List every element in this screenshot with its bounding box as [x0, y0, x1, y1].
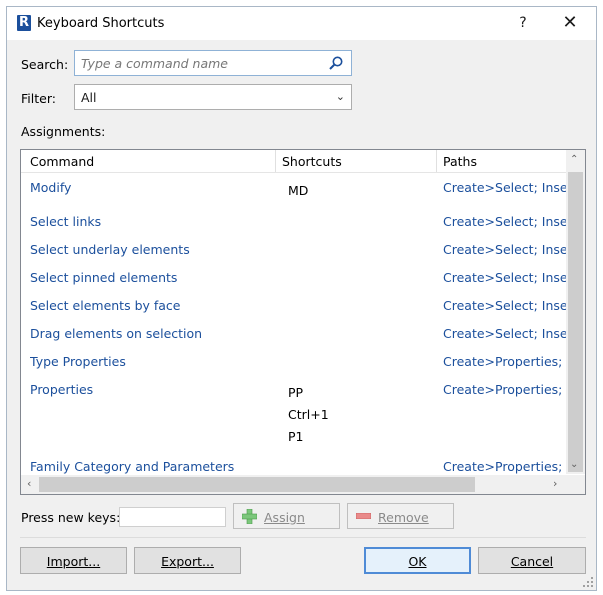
assign-button[interactable]: Assign [233, 503, 340, 529]
vertical-scroll-thumb[interactable] [568, 172, 583, 472]
scroll-up-icon[interactable]: ⌃ [570, 154, 578, 165]
command-cell[interactable]: Select underlay elements [30, 242, 190, 257]
press-new-keys-label: Press new keys: [21, 510, 121, 525]
shortcut-cell: PP [288, 385, 304, 400]
revit-app-icon: R [17, 15, 31, 31]
filter-label: Filter: [21, 91, 56, 106]
horizontal-scroll-thumb[interactable] [39, 477, 475, 492]
column-header-shortcuts[interactable]: Shortcuts [282, 154, 342, 169]
search-input[interactable] [81, 54, 321, 72]
ok-button-label: OK [408, 554, 427, 569]
assign-button-label: Assign [264, 510, 305, 525]
scroll-right-icon[interactable]: › [553, 477, 557, 490]
minus-icon [356, 513, 371, 519]
cancel-button-label: Cancel [510, 554, 554, 569]
dialog-title: Keyboard Shortcuts [37, 16, 165, 31]
resize-grip-icon[interactable] [583, 577, 593, 587]
search-label: Search: [21, 57, 69, 72]
command-cell[interactable]: Type Properties [30, 354, 126, 369]
vertical-scrollbar[interactable]: ⌃ ⌄ [566, 150, 585, 474]
divider [20, 537, 586, 538]
filter-selected-value: All [81, 90, 97, 105]
cancel-button[interactable]: Cancel [478, 547, 586, 574]
scroll-down-icon[interactable]: ⌄ [570, 459, 578, 470]
paths-cell: Create>Select; Insert> [443, 214, 567, 229]
paths-cell: Create>Properties; Mo [443, 459, 567, 474]
assignments-label: Assignments: [21, 124, 106, 139]
command-cell[interactable]: Properties [30, 382, 93, 397]
column-divider[interactable] [275, 150, 276, 172]
command-cell[interactable]: Select pinned elements [30, 270, 177, 285]
search-icon[interactable] [328, 55, 344, 71]
remove-button-label: Remove [378, 510, 429, 525]
import-button-label: Import... [46, 554, 101, 569]
paths-cell: Create>Select; Insert> [443, 180, 567, 195]
paths-cell: Create>Select; Insert> [443, 298, 567, 313]
scrollbar-corner [566, 475, 585, 494]
ok-button[interactable]: OK [364, 547, 471, 574]
column-header-command[interactable]: Command [30, 154, 94, 169]
title-bar: R Keyboard Shortcuts ? ✕ [7, 7, 596, 40]
command-cell[interactable]: Select elements by face [30, 298, 181, 313]
shortcut-cell: P1 [288, 429, 304, 444]
horizontal-scrollbar[interactable]: ‹ › [21, 475, 567, 494]
search-field[interactable] [74, 50, 352, 76]
paths-cell: Create>Properties; Vie [443, 382, 567, 397]
column-divider[interactable] [436, 150, 437, 172]
remove-button[interactable]: Remove [347, 503, 454, 529]
command-cell[interactable]: Modify [30, 180, 71, 195]
assignments-table[interactable]: Command Shortcuts Paths Modify MD Create… [20, 149, 586, 495]
paths-cell: Create>Properties; Mo [443, 354, 567, 369]
close-button[interactable]: ✕ [554, 10, 586, 36]
press-new-keys-input[interactable] [119, 507, 226, 527]
scroll-left-icon[interactable]: ‹ [27, 477, 31, 490]
shortcut-cell: MD [288, 183, 309, 198]
command-cell[interactable]: Family Category and Parameters [30, 459, 234, 474]
export-button[interactable]: Export... [134, 547, 241, 574]
command-cell[interactable]: Select links [30, 214, 101, 229]
shortcut-cell: Ctrl+1 [288, 407, 329, 422]
table-header: Command Shortcuts Paths [21, 150, 567, 173]
plus-icon [242, 509, 257, 524]
paths-cell: Create>Select; Insert> [443, 242, 567, 257]
export-button-label: Export... [161, 554, 214, 569]
paths-cell: Create>Select; Insert> [443, 326, 567, 341]
command-cell[interactable]: Drag elements on selection [30, 326, 202, 341]
filter-dropdown[interactable]: All ⌄ [74, 84, 352, 110]
column-header-paths[interactable]: Paths [443, 154, 477, 169]
import-button[interactable]: Import... [20, 547, 127, 574]
chevron-down-icon: ⌄ [335, 90, 345, 103]
paths-cell: Create>Select; Insert> [443, 270, 567, 285]
help-button[interactable]: ? [507, 10, 539, 36]
keyboard-shortcuts-dialog: R Keyboard Shortcuts ? ✕ Search: Filter:… [6, 6, 597, 591]
